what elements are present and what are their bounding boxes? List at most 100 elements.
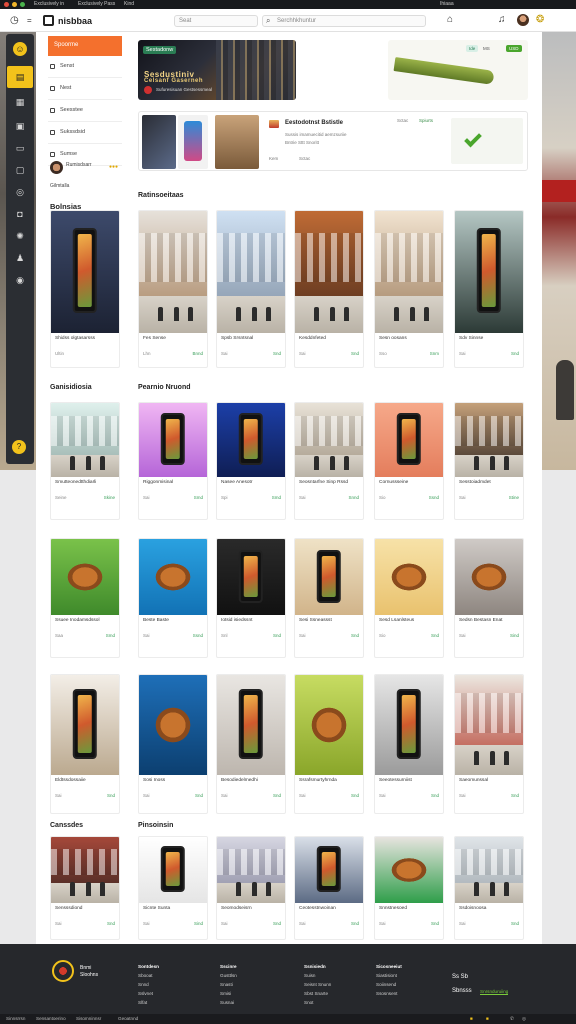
product-image[interactable] bbox=[295, 403, 363, 477]
footer-link[interactable]: Siastisiont bbox=[376, 971, 402, 980]
product-title[interactable]: Spsb Srsntsnal bbox=[217, 333, 285, 347]
product-card[interactable]: Shidss olgtasarsss Ultin bbox=[50, 210, 120, 368]
product-title[interactable]: Sesn oosans bbox=[375, 333, 443, 347]
product-card[interactable]: Sedsn Bestasn Enat Sai Sind bbox=[454, 538, 524, 658]
product-title[interactable]: Seosntarfne Sinp Rssd bbox=[295, 477, 363, 491]
user-avatar[interactable] bbox=[517, 14, 529, 26]
product-card[interactable]: Seeotessurniist Sai Snd bbox=[374, 674, 444, 814]
product-title[interactable]: Sesd Lsanlsteus bbox=[375, 615, 443, 629]
footer-link[interactable]: Sslvnet bbox=[138, 989, 159, 998]
profile-icon[interactable]: ☺ bbox=[13, 42, 27, 56]
footer-link[interactable]: Suisn bbox=[304, 971, 331, 980]
footer-link[interactable]: Seisnt Snunn bbox=[304, 980, 331, 989]
footer-logo-icon[interactable] bbox=[52, 960, 74, 982]
product-card[interactable]: Kesddnfeted Sai Snd bbox=[294, 210, 364, 368]
product-title[interactable]: Ceotesstnwoinan bbox=[295, 903, 363, 917]
social-icon[interactable]: ✆ bbox=[510, 1016, 514, 1022]
product-image[interactable] bbox=[295, 539, 363, 615]
product-title[interactable]: Sensssdiond bbox=[51, 903, 119, 917]
product-title[interactable]: Beste Baste bbox=[139, 615, 207, 629]
top-strip-item[interactable]: Exclusively in bbox=[34, 1, 64, 7]
product-card[interactable]: Sesn oosans Sso Snm bbox=[374, 210, 444, 368]
product-title[interactable]: Shidss olgtasarsss bbox=[51, 333, 119, 347]
search-input[interactable]: ⌕ Serchhkhuntur bbox=[262, 15, 426, 27]
top-strip-item[interactable]: Kind bbox=[124, 1, 134, 7]
product-image[interactable] bbox=[375, 403, 443, 477]
product-image[interactable] bbox=[455, 211, 523, 333]
close-dot-icon[interactable] bbox=[4, 2, 9, 7]
product-image[interactable] bbox=[139, 403, 207, 477]
product-image[interactable] bbox=[455, 403, 523, 477]
product-card[interactable]: Seosntarfne Sinp Rssd Sai Snnd bbox=[294, 402, 364, 520]
product-image[interactable] bbox=[455, 539, 523, 615]
product-card[interactable]: Fes Sense Lhn Bnnd bbox=[138, 210, 208, 368]
nav-item[interactable]: Nest bbox=[48, 78, 122, 100]
product-card[interactable]: Snnstnesoed Sai Snd bbox=[374, 836, 444, 940]
product-image[interactable] bbox=[51, 675, 119, 775]
footer-link[interactable]: Gusttlsn bbox=[220, 971, 237, 980]
dashboard-icon[interactable]: ▤ bbox=[7, 66, 33, 88]
top-strip-item[interactable]: Exclusively Pass bbox=[78, 1, 115, 7]
footer-link[interactable]: Slfat bbox=[138, 998, 159, 1007]
minimize-dot-icon[interactable] bbox=[12, 2, 17, 7]
store-icon[interactable]: ▦ bbox=[14, 96, 26, 108]
menu-icon[interactable]: = bbox=[27, 16, 32, 25]
product-image[interactable] bbox=[51, 539, 119, 615]
product-title[interactable]: Sesstoiadmdet bbox=[455, 477, 523, 491]
product-card[interactable]: Spsb Srsntsnal Sai Snd bbox=[216, 210, 286, 368]
brand-name[interactable]: nisbbaa bbox=[58, 16, 92, 26]
maximize-dot-icon[interactable] bbox=[20, 2, 25, 7]
product-image[interactable] bbox=[455, 837, 523, 903]
product-card[interactable]: Sicnte Sunta Sai Sind bbox=[138, 836, 208, 940]
product-card[interactable]: Eldtssdossaiie Sai Snd bbox=[50, 674, 120, 814]
product-image[interactable] bbox=[139, 539, 207, 615]
social-icon[interactable]: ■ bbox=[470, 1016, 473, 1021]
product-title[interactable]: Ssdoisnoosa bbox=[455, 903, 523, 917]
banner-tag[interactable]: USD bbox=[506, 45, 522, 52]
nav-header[interactable]: Spoorme bbox=[48, 36, 122, 56]
social-icon[interactable]: ■ bbox=[486, 1016, 489, 1021]
support-icon[interactable]: ? bbox=[12, 440, 26, 454]
product-title[interactable]: Ssrafsmurtyhrnda bbox=[295, 775, 363, 789]
product-card[interactable]: Sensssdiond Sai Snd bbox=[50, 836, 120, 940]
receipt-icon[interactable]: ▭ bbox=[14, 142, 26, 154]
bell-icon[interactable]: ♫ bbox=[498, 14, 506, 25]
chat-icon[interactable]: ◎ bbox=[14, 186, 26, 198]
product-card[interactable]: Sesd Lsanlsteus Sio Snd bbox=[374, 538, 444, 658]
product-title[interactable]: Besodiedelmedhi bbox=[217, 775, 285, 789]
product-title[interactable]: Sdv Sinnse bbox=[455, 333, 523, 347]
help-circle-icon[interactable]: ◉ bbox=[14, 274, 26, 286]
product-card[interactable]: Beste Baste Sai Ssnd bbox=[138, 538, 208, 658]
product-card[interactable]: Sdv Sinnse Sai Snd bbox=[454, 210, 524, 368]
footer-link[interactable]: Sbst Snarte bbox=[304, 989, 331, 998]
product-image[interactable] bbox=[295, 211, 363, 333]
product-image[interactable] bbox=[375, 837, 443, 903]
nav-item[interactable]: Seesstee bbox=[48, 100, 122, 122]
home-icon[interactable]: ⌂ bbox=[447, 14, 453, 25]
product-title[interactable]: Smutteonedtthdiarli bbox=[51, 477, 119, 491]
nav-item[interactable]: Senst bbox=[48, 56, 122, 78]
product-card[interactable]: Sesi Ssneassst Sai Snd bbox=[294, 538, 364, 658]
product-image[interactable] bbox=[217, 211, 285, 333]
product-title[interactable]: Sesi Ssneassst bbox=[295, 615, 363, 629]
bottom-link[interactable]: Sisomninnsr bbox=[76, 1016, 101, 1021]
product-card[interactable]: Smutteonedtthdiarli Seine Skine bbox=[50, 402, 120, 520]
footer-link[interactable]: Soiinsend bbox=[376, 980, 402, 989]
product-image[interactable] bbox=[217, 539, 285, 615]
footer-link[interactable]: Smisi bbox=[220, 989, 237, 998]
brand-logo-icon[interactable] bbox=[43, 15, 54, 26]
feature-strip[interactable]: Eestodotnst Bstistle Sussis imamuecitid … bbox=[138, 111, 528, 171]
product-card[interactable]: Cornussseine Sio Ssnd bbox=[374, 402, 444, 520]
product-card[interactable]: Ceotesstnwoinan Sai Snd bbox=[294, 836, 364, 940]
product-image[interactable] bbox=[217, 837, 285, 903]
bottom-link[interactable]: Sinnsrrsn bbox=[6, 1016, 25, 1021]
product-card[interactable]: Ssuee Inodamsdssol Saa Smd bbox=[50, 538, 120, 658]
product-image[interactable] bbox=[375, 211, 443, 333]
clock-icon[interactable]: ◷ bbox=[10, 15, 19, 26]
product-image[interactable] bbox=[51, 211, 119, 333]
product-image[interactable] bbox=[217, 675, 285, 775]
product-image[interactable] bbox=[51, 403, 119, 477]
footer-link[interactable]: Susnai bbox=[220, 998, 237, 1007]
product-title[interactable]: Iotsid isiedssnt bbox=[217, 615, 285, 629]
secondary-banner[interactable]: Ide MS USD bbox=[388, 40, 528, 100]
